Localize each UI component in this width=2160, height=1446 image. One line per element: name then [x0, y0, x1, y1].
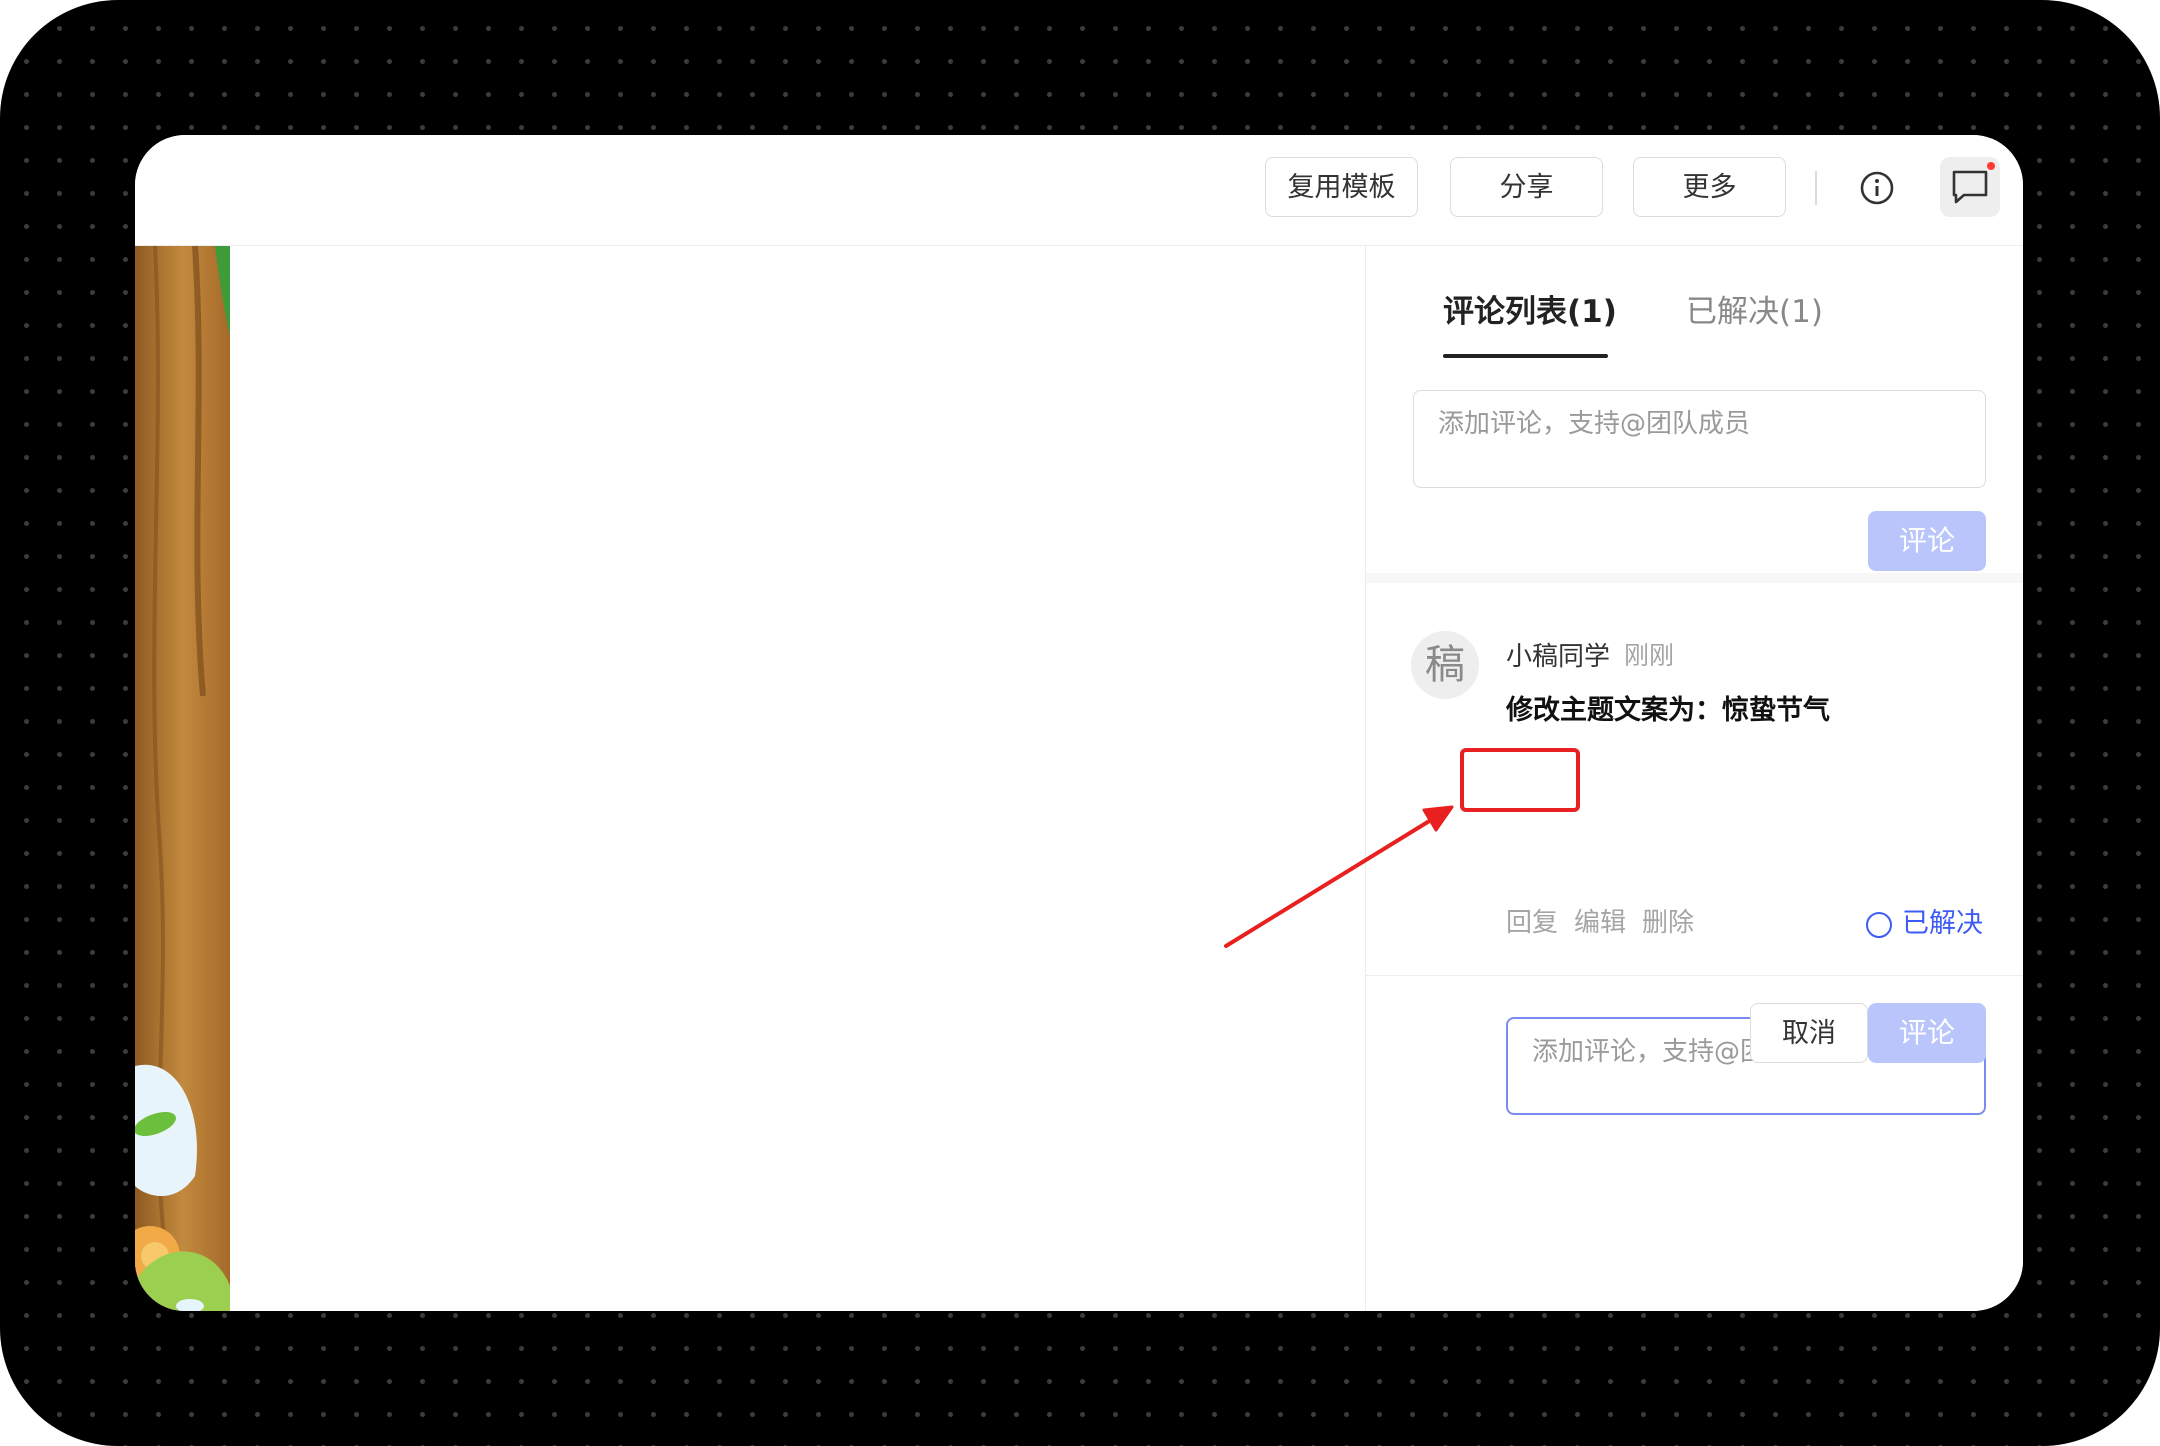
annotation-arrow-icon [1224, 805, 1454, 948]
device-frame: 复用模板 分享 更多 评论列表(1) 已解决(1) 添加评论，支持@团队成员 评… [0, 0, 2160, 1446]
